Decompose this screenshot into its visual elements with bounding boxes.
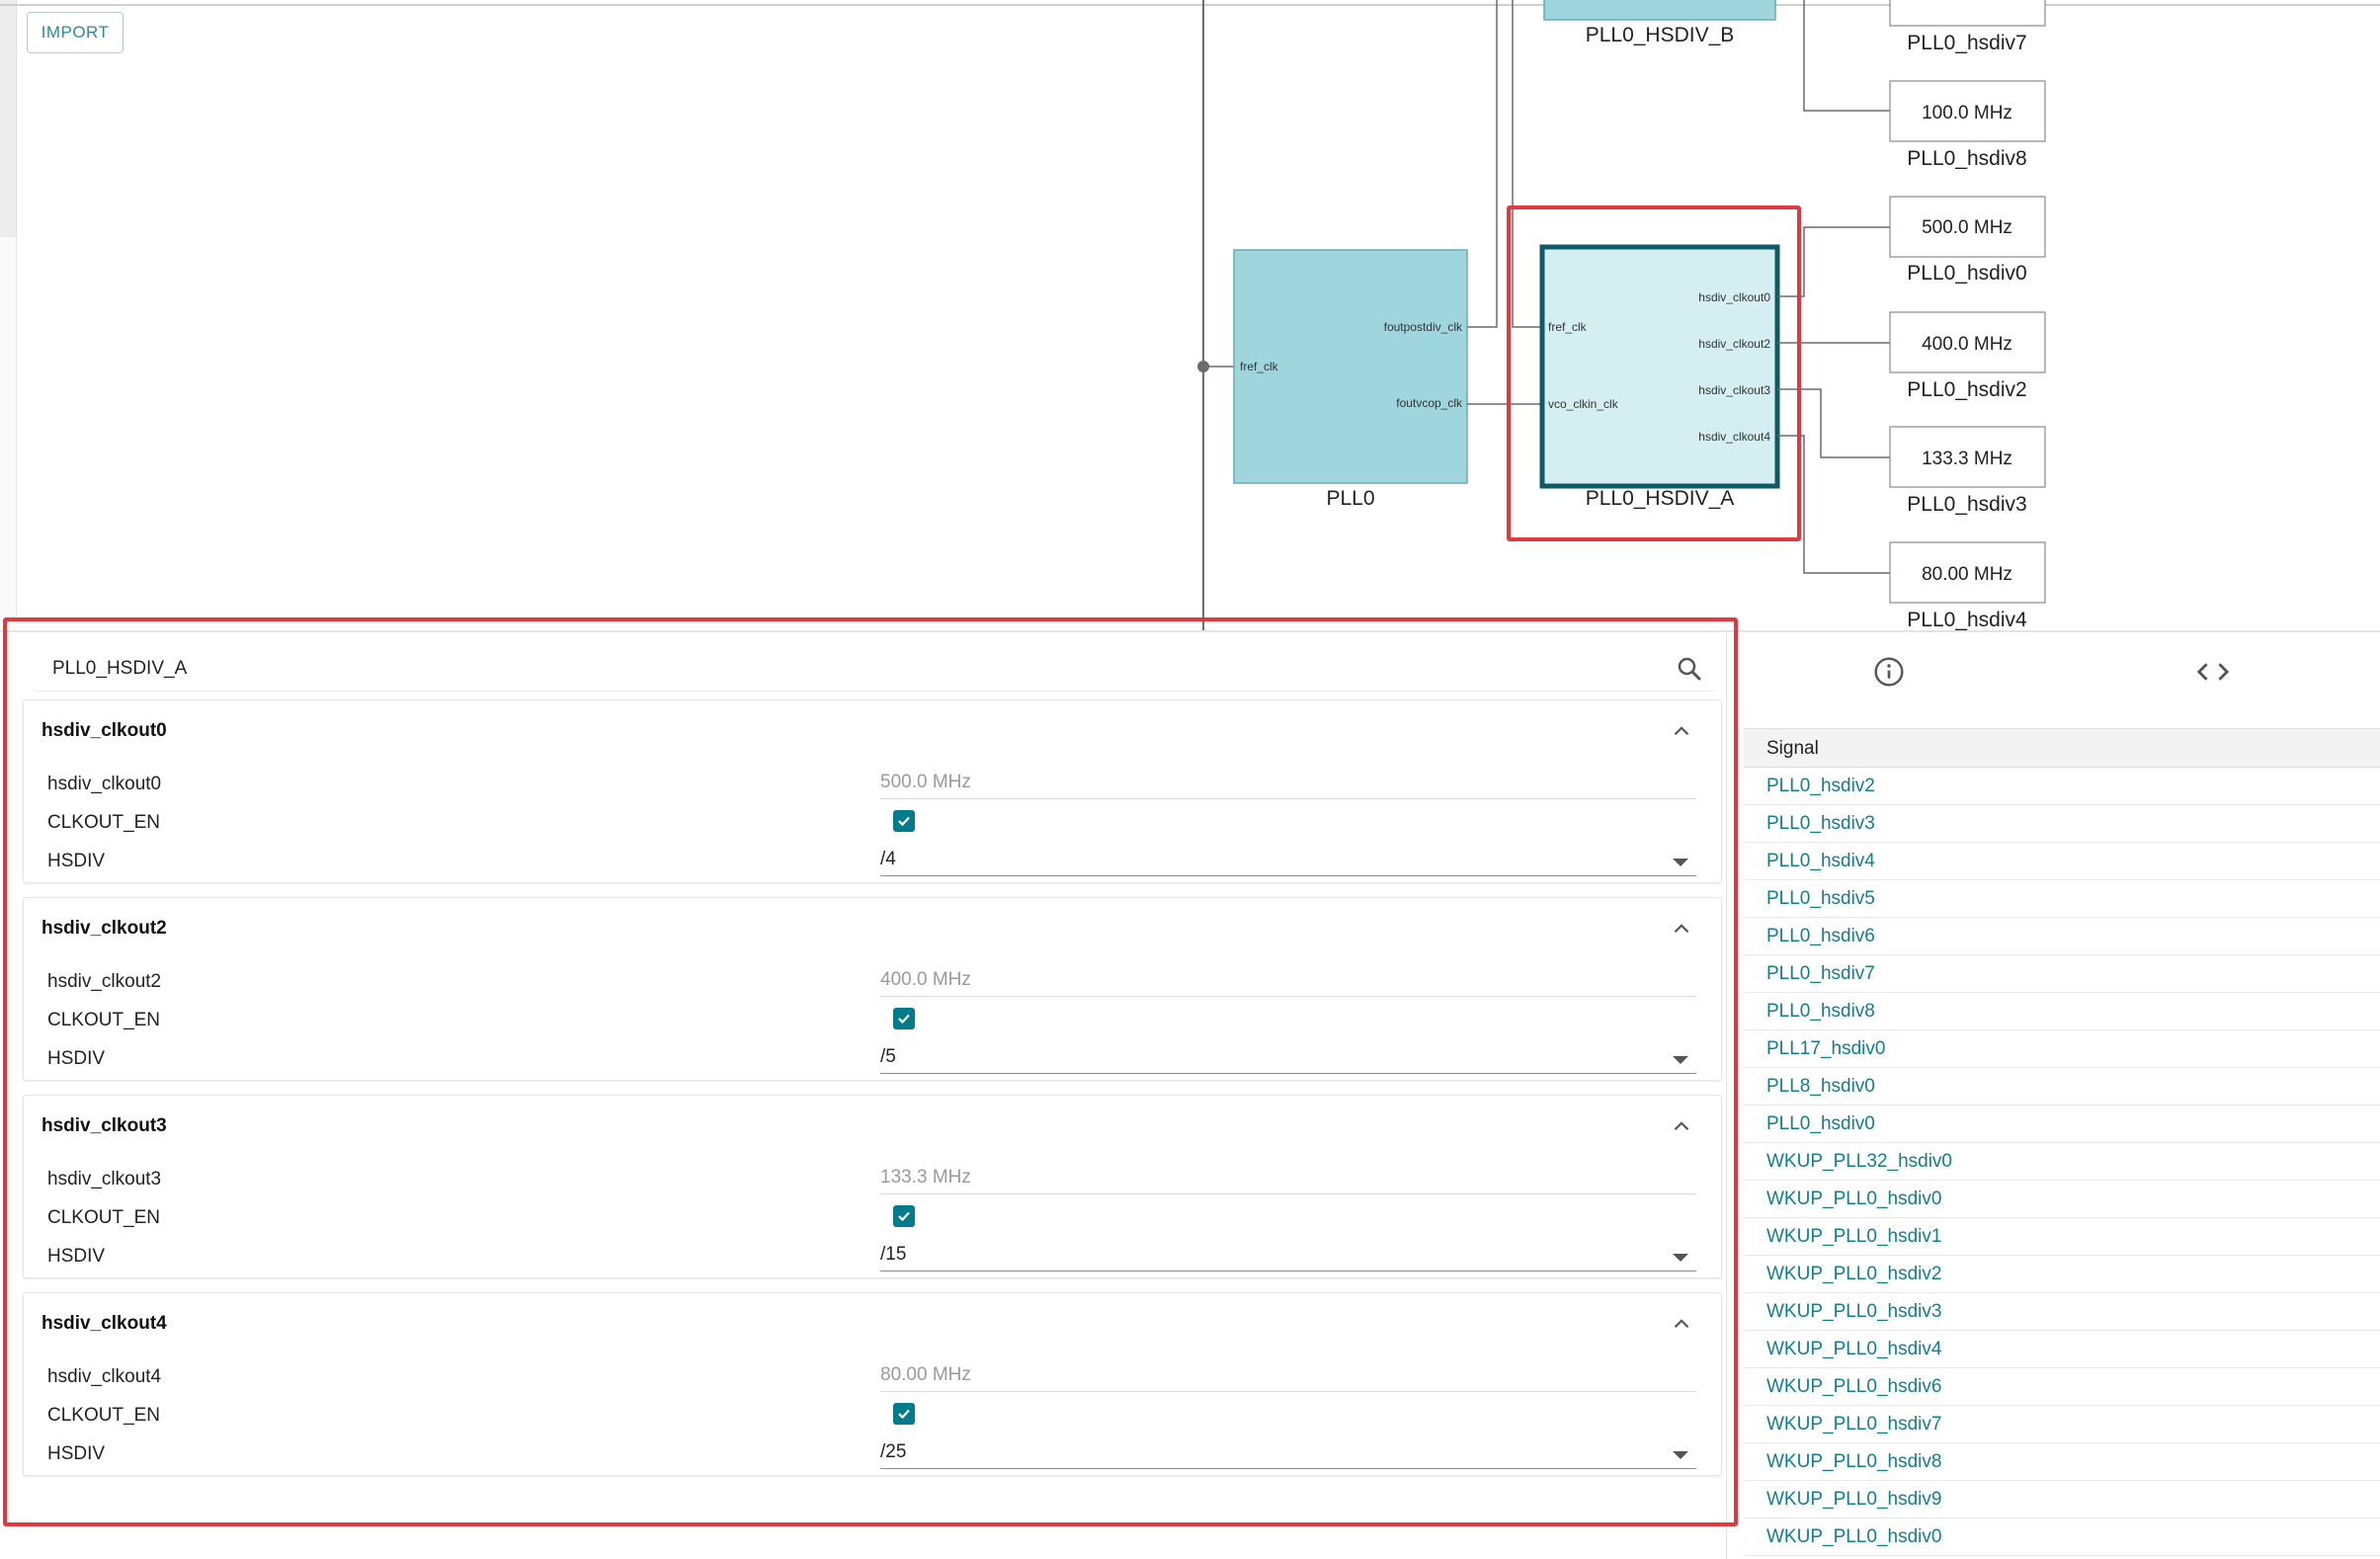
output-hsdiv0-freq: 500.0 MHz bbox=[1922, 217, 2012, 238]
output-hsdiv0-name: PLL0_hsdiv0 bbox=[1907, 262, 2026, 285]
signal-row[interactable]: PLL0_hsdiv6 bbox=[1744, 918, 2380, 955]
signal-row[interactable]: PLL0_hsdiv3 bbox=[1744, 805, 2380, 843]
pll0-label: PLL0 bbox=[1326, 487, 1374, 510]
signal-row[interactable]: PLL0_hsdiv5 bbox=[1744, 880, 2380, 918]
signal-row[interactable]: WKUP_PLL0_hsdiv0 bbox=[1744, 1181, 2380, 1218]
pll0-block[interactable]: fref_clk foutpostdiv_clk foutvcop_clk PL… bbox=[1233, 249, 1468, 510]
signal-row[interactable]: PLL0_hsdiv0 bbox=[1744, 1106, 2380, 1143]
signal-row[interactable]: WKUP_PLL0_hsdiv3 bbox=[1744, 1293, 2380, 1331]
signal-row[interactable]: PLL17_hsdiv0 bbox=[1744, 1030, 2380, 1068]
output-hsdiv4-freq: 80.00 MHz bbox=[1922, 564, 2012, 585]
highlight-property-panel bbox=[3, 617, 1738, 1526]
output-hsdiv7[interactable]: PLL0_hsdiv7 bbox=[1889, 0, 2046, 54]
wire-hsdiv8 bbox=[1803, 0, 1890, 112]
output-hsdiv2-freq: 400.0 MHz bbox=[1922, 334, 2012, 355]
signal-row[interactable]: WKUP_PLL0_hsdiv7 bbox=[1744, 1406, 2380, 1443]
output-hsdiv2[interactable]: 400.0 MHz PLL0_hsdiv2 bbox=[1889, 311, 2046, 401]
output-hsdiv8-name: PLL0_hsdiv8 bbox=[1907, 147, 2026, 170]
output-hsdiv8[interactable]: 100.0 MHz PLL0_hsdiv8 bbox=[1889, 80, 2046, 170]
clock-diagram: fref_clk foutpostdiv_clk foutvcop_clk PL… bbox=[1197, 0, 2046, 632]
wire-foutpostdiv bbox=[1467, 0, 1498, 328]
signal-row[interactable]: PLL0_hsdiv8 bbox=[1744, 993, 2380, 1030]
info-icon[interactable] bbox=[1873, 656, 1905, 688]
import-button[interactable]: IMPORT bbox=[27, 12, 123, 53]
signal-row[interactable]: PLL0_hsdiv7 bbox=[1744, 955, 2380, 993]
signal-row[interactable]: WKUP_PLL0_hsdiv1 bbox=[1744, 1218, 2380, 1256]
signal-row[interactable]: PLL0_hsdiv4 bbox=[1744, 843, 2380, 880]
signal-column-header[interactable]: Signal bbox=[1744, 728, 2380, 768]
signal-list: PLL0_hsdiv2 PLL0_hsdiv3 PLL0_hsdiv4 PLL0_hs… bbox=[1744, 768, 2380, 1556]
highlight-hsdiv-a-block bbox=[1507, 205, 1801, 541]
signal-panel: Signal PLL0_hsdiv2 PLL0_hsdiv3 PLL0_hsdiv4… bbox=[1726, 632, 2380, 1559]
signal-row[interactable]: WKUP_PLL32_hsdiv0 bbox=[1744, 1143, 2380, 1181]
signal-row[interactable]: WKUP_PLL0_hsdiv6 bbox=[1744, 1368, 2380, 1406]
signal-row[interactable]: PLL0_hsdiv2 bbox=[1744, 768, 2380, 805]
signal-row[interactable]: WKUP_PLL0_hsdiv4 bbox=[1744, 1331, 2380, 1368]
signal-row[interactable]: PLL8_hsdiv0 bbox=[1744, 1068, 2380, 1106]
code-icon[interactable] bbox=[2195, 656, 2231, 688]
output-hsdiv8-freq: 100.0 MHz bbox=[1922, 103, 2012, 123]
signal-row[interactable]: WKUP_PLL0_hsdiv8 bbox=[1744, 1443, 2380, 1481]
hsdiv-b-label: PLL0_HSDIV_B bbox=[1586, 24, 1735, 46]
output-hsdiv4-name: PLL0_hsdiv4 bbox=[1907, 609, 2027, 631]
output-hsdiv2-name: PLL0_hsdiv2 bbox=[1907, 378, 2026, 401]
pll0-port-foutvcop: foutvcop_clk bbox=[1396, 396, 1463, 410]
output-hsdiv7-name: PLL0_hsdiv7 bbox=[1907, 32, 2026, 54]
signal-row[interactable]: WKUP_PLL0_hsdiv9 bbox=[1744, 1481, 2380, 1518]
output-hsdiv3[interactable]: 133.3 MHz PLL0_hsdiv3 bbox=[1889, 426, 2046, 516]
output-hsdiv0[interactable]: 500.0 MHz PLL0_hsdiv0 bbox=[1889, 196, 2046, 285]
pll0-port-fref: fref_clk bbox=[1240, 360, 1279, 373]
output-hsdiv4[interactable]: 80.00 MHz PLL0_hsdiv4 bbox=[1889, 541, 2046, 631]
signal-row[interactable]: WKUP_PLL0_hsdiv2 bbox=[1744, 1256, 2380, 1293]
output-hsdiv3-name: PLL0_hsdiv3 bbox=[1907, 493, 2026, 516]
signal-row[interactable]: WKUP_PLL0_hsdiv0 bbox=[1744, 1518, 2380, 1556]
hsdiv-b-block[interactable]: PLL0_HSDIV_B bbox=[1543, 0, 1776, 46]
pll0-port-foutpostdiv: foutpostdiv_clk bbox=[1384, 320, 1463, 334]
output-hsdiv3-freq: 133.3 MHz bbox=[1922, 449, 2012, 469]
